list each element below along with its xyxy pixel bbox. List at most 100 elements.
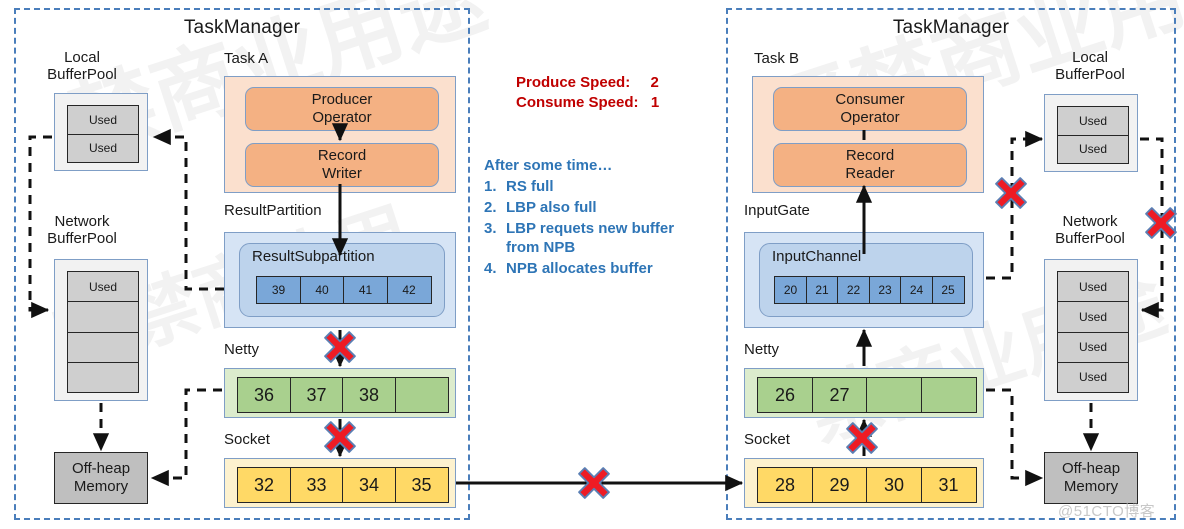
left-socket-box: 32 33 34 35: [224, 458, 456, 508]
notes-step-4-text: NPB allocates buffer: [506, 260, 653, 277]
left-subpartition-cell: 39: [256, 276, 301, 304]
right-inputchannel-cell: 25: [931, 276, 965, 304]
left-netty-box: 36 37 38: [224, 368, 456, 418]
left-network-bufferpool-caption-line1: Network: [54, 213, 110, 230]
left-network-bufferpool-cell: [68, 302, 138, 333]
left-network-bufferpool: Used: [54, 259, 148, 401]
left-resultsubpartition-label: ResultSubpartition: [252, 248, 375, 265]
right-inputgate-caption: InputGate: [744, 202, 810, 219]
left-offheap-memory: Off-heap Memory: [54, 452, 148, 504]
right-local-bufferpool-caption-line1: Local: [1072, 49, 1108, 66]
right-local-bufferpool-caption-line2: BufferPool: [1055, 66, 1125, 84]
right-consumer-operator-line2: Operator: [840, 109, 900, 126]
left-subpartition-cell: 40: [299, 276, 345, 304]
right-local-bufferpool: Used Used: [1044, 94, 1138, 172]
right-inputchannel-label: InputChannel: [772, 248, 862, 265]
left-network-bufferpool-cell: Used: [68, 272, 138, 303]
produce-speed-value: 2: [650, 74, 659, 91]
left-offheap-memory-line1: Off-heap: [71, 460, 131, 478]
left-record-writer: Record Writer: [245, 143, 439, 187]
notes-step-3-cont-spacer: [484, 239, 506, 256]
notes-heading: After some time…: [484, 157, 613, 174]
right-inputchannel-cell: 21: [805, 276, 839, 304]
right-netty-box: 26 27: [744, 368, 984, 418]
left-socket-cell: 32: [237, 467, 291, 503]
right-consumer-operator-line1: Consumer: [835, 91, 905, 109]
consume-speed-value: 1: [650, 94, 660, 111]
taskmanager-title-left: TaskManager: [183, 17, 301, 38]
right-inputchannel-box: InputChannel 20 21 22 23 24 25: [759, 243, 973, 317]
notes-step-3: 3. LBP requets new buffer: [484, 220, 674, 237]
left-network-bufferpool-caption: Network BufferPool: [28, 213, 136, 248]
consume-speed-row: Consume Speed: 1: [516, 94, 659, 111]
right-netty-cell: 26: [757, 377, 813, 413]
notes-step-4: 4. NPB allocates buffer: [484, 260, 674, 277]
notes-step-1: 1. RS full: [484, 178, 674, 195]
right-consumer-operator: Consumer Operator: [773, 87, 967, 131]
right-network-bufferpool-caption-line1: Network: [1062, 213, 1118, 230]
right-network-bufferpool-cell: Used: [1058, 302, 1128, 333]
left-netty-cell: 36: [237, 377, 291, 413]
left-record-writer-line2: Writer: [322, 165, 362, 182]
notes-step-3-text: LBP requets new buffer: [506, 220, 675, 237]
notes-speeds: Produce Speed: 2 Consume Speed: 1: [516, 74, 659, 111]
consume-speed-label: Consume Speed:: [516, 94, 639, 111]
left-network-bufferpool-cell: [68, 362, 138, 392]
produce-speed-row: Produce Speed: 2: [516, 74, 659, 91]
right-socket-box: 28 29 30 31: [744, 458, 984, 508]
left-producer-operator-line1: Producer: [311, 91, 373, 109]
left-local-bufferpool-cell: Used: [68, 134, 138, 162]
left-socket-cell: 35: [394, 467, 449, 503]
left-offheap-memory-line2: Memory: [73, 478, 129, 495]
left-socket-caption: Socket: [224, 431, 270, 448]
left-netty-cell: [394, 377, 449, 413]
left-socket-cell: 33: [289, 467, 344, 503]
diagram-canvas: 禁商业用途 严禁商业用 严禁商业用 禁商业用途 TaskManager Loca…: [0, 0, 1184, 529]
right-task-caption: Task B: [754, 50, 800, 67]
right-network-bufferpool: Used Used Used Used: [1044, 259, 1138, 401]
taskmanager-title-right: TaskManager: [892, 17, 1010, 38]
right-local-bufferpool-cell: Used: [1058, 135, 1128, 163]
left-local-bufferpool-caption-line2: BufferPool: [47, 66, 117, 84]
notes-steps: After some time… 1. RS full 2. LBP also …: [484, 157, 674, 277]
left-netty-cell: 37: [289, 377, 344, 413]
notes-step-4-number: 4.: [484, 260, 497, 277]
notes-step-2-number: 2.: [484, 199, 497, 216]
right-record-reader-line2: Reader: [845, 165, 895, 182]
left-resultsubpartition-box: ResultSubpartition 39 40 41 42: [239, 243, 445, 317]
left-subpartition-cell: 42: [386, 276, 432, 304]
x-block-socket-transfer: [578, 467, 610, 499]
left-local-bufferpool-cell: Used: [68, 106, 138, 135]
left-local-bufferpool: Used Used: [54, 93, 148, 171]
right-inputchannel-cell: 22: [837, 276, 870, 304]
left-netty-caption: Netty: [224, 341, 260, 358]
left-resultpartition-box: ResultSubpartition 39 40 41 42: [224, 232, 456, 328]
left-local-bufferpool-caption-line1: Local: [64, 49, 100, 66]
notes-step-3-number: 3.: [484, 220, 497, 237]
left-producer-operator-line2: Operator: [312, 109, 372, 126]
left-task-box: Producer Operator Record Writer: [224, 76, 456, 193]
left-subpartition-cell: 41: [343, 276, 388, 304]
right-network-bufferpool-caption-line2: BufferPool: [1055, 230, 1125, 248]
right-local-bufferpool-caption: Local BufferPool: [1036, 49, 1144, 84]
right-inputchannel-cell: 23: [868, 276, 902, 304]
right-offheap-memory: Off-heap Memory: [1044, 452, 1138, 504]
right-netty-cell: [866, 377, 922, 413]
notes-step-3-cont: from NPB: [484, 239, 674, 256]
left-netty-cell: 38: [342, 377, 396, 413]
left-socket-cell: 34: [342, 467, 396, 503]
right-socket-cell: 31: [920, 467, 977, 503]
right-network-bufferpool-caption: Network BufferPool: [1036, 213, 1144, 248]
produce-speed-label: Produce Speed:: [516, 74, 631, 91]
right-inputchannel-cell: 24: [900, 276, 933, 304]
notes-step-1-text: RS full: [506, 178, 554, 195]
right-inputchannel-cell: 20: [774, 276, 807, 304]
right-network-bufferpool-cell: Used: [1058, 272, 1128, 303]
left-resultpartition-caption: ResultPartition: [224, 202, 322, 219]
right-record-reader-line1: Record: [845, 147, 895, 165]
left-local-bufferpool-caption: Local BufferPool: [28, 49, 136, 84]
right-netty-cell: 27: [811, 377, 868, 413]
right-offheap-memory-line1: Off-heap: [1061, 460, 1121, 478]
watermark-51cto: @51CTO博客: [1058, 503, 1156, 520]
left-task-caption: Task A: [224, 50, 269, 67]
